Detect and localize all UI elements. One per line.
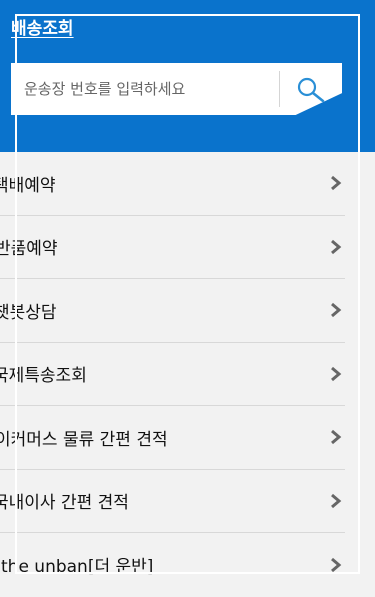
menu-item-chatbot[interactable]: 챗봇상담 xyxy=(0,279,345,343)
menu-item-label: 이커머스 물류 간편 견적 xyxy=(0,429,168,450)
menu-item-label: 택배예약 xyxy=(0,175,56,196)
menu-item-ecommerce-quote[interactable]: 이커머스 물류 간편 견적 xyxy=(0,406,345,470)
menu-item-the-unban[interactable]: the unban[더 운반] xyxy=(0,533,345,597)
menu-item-label: the unban[더 운반] xyxy=(1,557,154,578)
menu-item-moving-quote[interactable]: 국내이사 간편 견적 xyxy=(0,470,345,533)
search-button[interactable] xyxy=(279,71,342,107)
menu-item-international-tracking[interactable]: 국제특송조회 xyxy=(0,343,345,406)
tracking-number-input[interactable] xyxy=(11,63,279,115)
menu-item-label: 국내이사 간편 견적 xyxy=(0,493,129,514)
search-icon xyxy=(297,77,325,102)
chevron-right-icon xyxy=(331,176,342,191)
menu-item-parcel-reservation[interactable]: 택배예약 xyxy=(0,152,345,216)
header: 배송조회 xyxy=(0,0,375,152)
menu-item-label: 반품예약 xyxy=(0,239,58,260)
chevron-right-icon xyxy=(331,366,342,381)
menu-item-return-reservation[interactable]: 반품예약 xyxy=(0,216,345,279)
chevron-right-icon xyxy=(331,430,342,445)
chevron-right-icon xyxy=(331,303,342,318)
menu-item-label: 챗봇상담 xyxy=(0,302,57,323)
chevron-right-icon xyxy=(331,493,342,508)
chevron-right-icon xyxy=(331,239,342,254)
page-title[interactable]: 배송조회 xyxy=(11,14,74,39)
chevron-right-icon xyxy=(331,557,342,572)
service-menu: 택배예약 반품예약 챗봇상담 국제특송조회 이커머스 물류 간편 견적 국내이사… xyxy=(0,152,345,597)
menu-item-label: 국제특송조회 xyxy=(0,366,87,387)
search-bar xyxy=(11,63,342,115)
